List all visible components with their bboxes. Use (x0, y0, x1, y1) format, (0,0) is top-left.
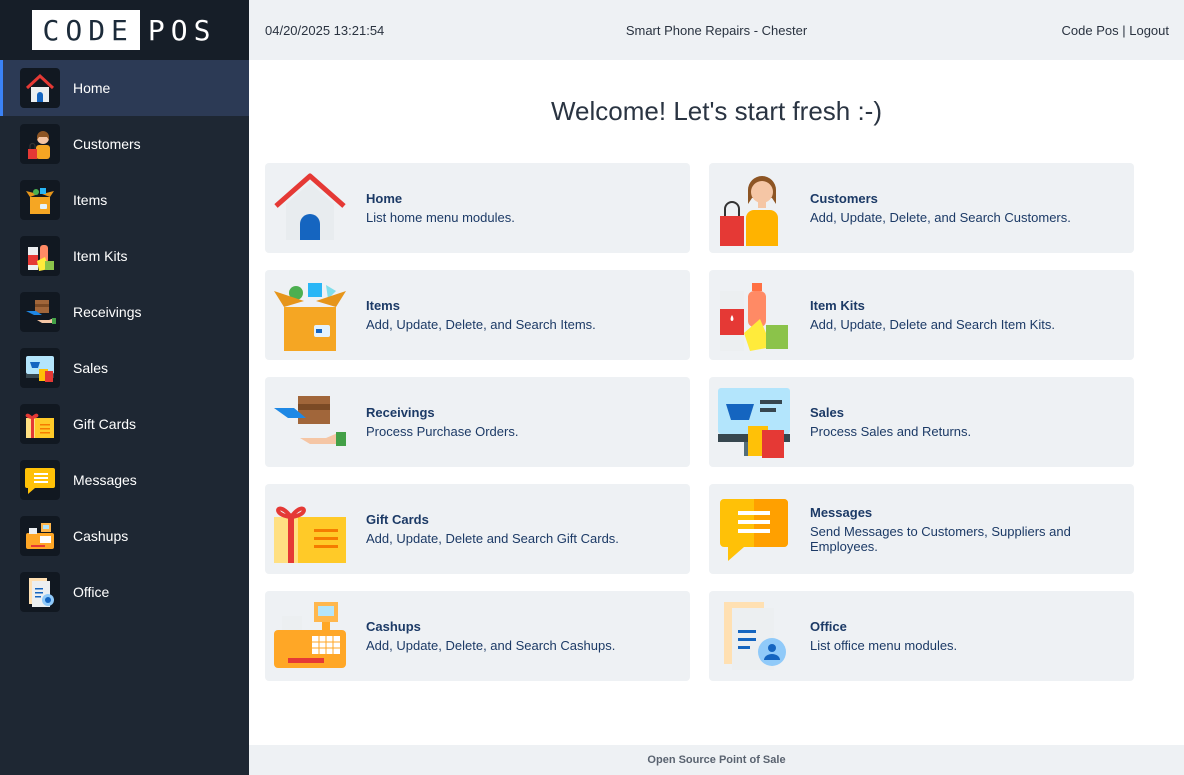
sales-icon (20, 348, 60, 388)
footer-text: Open Source Point of Sale (647, 754, 786, 766)
module-description: Process Purchase Orders. (366, 424, 519, 439)
module-title: Office (810, 619, 847, 634)
customer-icon (709, 163, 799, 253)
module-card-messages[interactable]: Messages Send Messages to Customers, Sup… (709, 484, 1134, 574)
gift-card-icon (265, 484, 355, 574)
logout-link[interactable]: Logout (1129, 23, 1169, 38)
home-icon (20, 68, 60, 108)
module-description: Process Sales and Returns. (810, 424, 972, 439)
sidebar-item-customers[interactable]: Customers (0, 116, 249, 172)
sidebar-item-label: Receivings (73, 304, 142, 320)
module-title: Cashups (366, 619, 421, 634)
module-card-gift-cards[interactable]: Gift Cards Add, Update, Delete and Searc… (265, 484, 690, 574)
module-card-cashups[interactable]: Cashups Add, Update, Delete, and Search … (265, 591, 690, 681)
sidebar-item-label: Item Kits (73, 248, 128, 264)
user-profile-link[interactable]: Code Pos (1062, 23, 1119, 38)
sidebar-item-label: Items (73, 192, 108, 208)
sidebar-item-label: Cashups (73, 528, 129, 544)
cash-register-icon (265, 591, 355, 681)
module-grid: Home List home menu modules. Customers A… (265, 163, 1135, 681)
module-description: Add, Update, Delete, and Search Cashups. (366, 638, 616, 653)
sidebar-item-messages[interactable]: Messages (0, 452, 249, 508)
module-title: Item Kits (810, 298, 865, 313)
sidebar-item-home[interactable]: Home (0, 60, 249, 116)
logo-area: CODE POS (0, 0, 249, 60)
module-title: Customers (810, 191, 878, 206)
customer-icon (20, 124, 60, 164)
module-card-customers[interactable]: Customers Add, Update, Delete, and Searc… (709, 163, 1134, 253)
module-description: List office menu modules. (810, 638, 958, 653)
module-description: Add, Update, Delete, and Search Customer… (810, 210, 1071, 225)
sidebar-item-item-kits[interactable]: Item Kits (0, 228, 249, 284)
user-menu-separator: | (1122, 22, 1126, 38)
sidebar-item-label: Gift Cards (73, 416, 137, 432)
module-card-office[interactable]: Office List office menu modules. (709, 591, 1134, 681)
sidebar-nav: Home Customers Items Item Kits Receiving… (0, 60, 249, 620)
receivings-icon (265, 377, 355, 467)
top-bar: 04/20/2025 13:21:54 Smart Phone Repairs … (249, 0, 1184, 60)
main-content: Welcome! Let's start fresh :-) Home List… (249, 60, 1184, 745)
module-title: Gift Cards (366, 512, 429, 527)
module-title: Home (366, 191, 403, 206)
module-title: Receivings (366, 405, 435, 420)
store-name: Smart Phone Repairs - Chester (625, 22, 808, 38)
module-description: Send Messages to Customers, Suppliers an… (810, 523, 1071, 554)
logo-code-text: CODE (42, 13, 134, 47)
module-description: Add, Update, Delete, and Search Items. (366, 317, 596, 332)
items-box-icon (265, 270, 355, 360)
sales-icon (709, 377, 799, 467)
sidebar: CODE POS Home Customers Items Item Kits … (0, 0, 249, 775)
item-kits-icon (709, 270, 799, 360)
sidebar-item-label: Home (73, 80, 111, 96)
module-title: Items (366, 298, 400, 313)
footer: Open Source Point of Sale (249, 745, 1184, 775)
module-title: Sales (810, 405, 844, 420)
module-card-receivings[interactable]: Receivings Process Purchase Orders. (265, 377, 690, 467)
sidebar-item-receivings[interactable]: Receivings (0, 284, 249, 340)
user-menu: Code Pos | Logout (1062, 23, 1170, 38)
sidebar-item-label: Sales (73, 360, 109, 376)
office-document-icon (709, 591, 799, 681)
sidebar-item-label: Messages (73, 472, 137, 488)
home-icon (265, 163, 355, 253)
sidebar-item-cashups[interactable]: Cashups (0, 508, 249, 564)
welcome-heading: Welcome! Let's start fresh :-) (550, 96, 883, 126)
logo-pos-text: POS (147, 13, 217, 47)
module-title: Messages (810, 504, 873, 520)
items-box-icon (20, 180, 60, 220)
receivings-icon (20, 292, 60, 332)
codepos-logo[interactable]: CODE POS (32, 10, 216, 50)
sidebar-item-sales[interactable]: Sales (0, 340, 249, 396)
sidebar-item-office[interactable]: Office (0, 564, 249, 620)
gift-card-icon (20, 404, 60, 444)
cash-register-icon (20, 516, 60, 556)
module-description: List home menu modules. (366, 210, 515, 225)
module-description: Add, Update, Delete and Search Item Kits… (810, 317, 1055, 332)
module-card-items[interactable]: Items Add, Update, Delete, and Search It… (265, 270, 690, 360)
sidebar-item-label: Customers (73, 136, 141, 152)
message-icon (20, 460, 60, 500)
module-card-item-kits[interactable]: Item Kits Add, Update, Delete and Search… (709, 270, 1134, 360)
sidebar-item-items[interactable]: Items (0, 172, 249, 228)
item-kits-icon (20, 236, 60, 276)
module-card-home[interactable]: Home List home menu modules. (265, 163, 690, 253)
module-card-sales[interactable]: Sales Process Sales and Returns. (709, 377, 1134, 467)
message-icon (709, 484, 799, 574)
sidebar-item-gift-cards[interactable]: Gift Cards (0, 396, 249, 452)
office-document-icon (20, 572, 60, 612)
sidebar-item-label: Office (73, 584, 110, 600)
module-description: Add, Update, Delete and Search Gift Card… (366, 531, 619, 546)
